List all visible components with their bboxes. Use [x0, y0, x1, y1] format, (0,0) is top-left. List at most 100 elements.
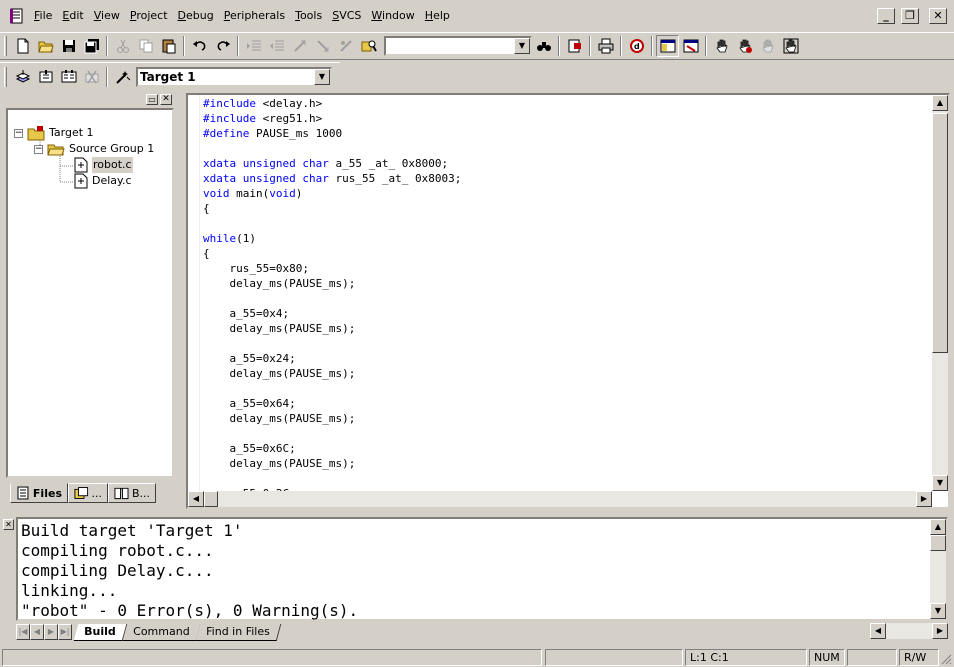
- panel-restore-button[interactable]: ▭: [146, 94, 158, 105]
- code-line[interactable]: {: [203, 201, 461, 216]
- print-button[interactable]: [594, 35, 617, 57]
- mdi-minimize-button[interactable]: _: [877, 8, 895, 24]
- scroll-down-button[interactable]: ▼: [930, 603, 946, 619]
- menu-file[interactable]: File: [29, 6, 57, 26]
- code-line[interactable]: a_55=0x64;: [203, 396, 461, 411]
- app-icon[interactable]: [9, 8, 25, 24]
- mdi-close-button[interactable]: ✕: [929, 8, 947, 24]
- editor-gutter[interactable]: [188, 95, 200, 491]
- code-line[interactable]: a_55=0x6C;: [203, 441, 461, 456]
- scroll-left-button[interactable]: ◀: [188, 491, 204, 507]
- code-line[interactable]: [203, 216, 461, 231]
- tab-find-in-files[interactable]: Find in Files: [195, 623, 282, 641]
- next-bookmark-button[interactable]: [311, 35, 334, 57]
- menu-peripherals[interactable]: Peripherals: [219, 6, 290, 26]
- save-all-button[interactable]: [80, 35, 103, 57]
- code-line[interactable]: void main(void): [203, 186, 461, 201]
- code-line[interactable]: delay_ms(PAUSE_ms);: [203, 276, 461, 291]
- code-line[interactable]: a_55=0x24;: [203, 351, 461, 366]
- prev-bookmark-button[interactable]: [334, 35, 357, 57]
- code-line[interactable]: [203, 141, 461, 156]
- tab-last-button[interactable]: ▶|: [58, 624, 72, 640]
- project-window-button[interactable]: [656, 35, 679, 57]
- stop-build-button[interactable]: [80, 66, 103, 88]
- save-button[interactable]: [57, 35, 80, 57]
- tab-command[interactable]: Command: [122, 623, 201, 641]
- tab-build[interactable]: Build: [73, 623, 127, 641]
- code-line[interactable]: while(1): [203, 231, 461, 246]
- scroll-down-button[interactable]: ▼: [932, 475, 948, 491]
- code-line[interactable]: [203, 381, 461, 396]
- debug-session-button[interactable]: d: [625, 35, 648, 57]
- unindent-button[interactable]: [265, 35, 288, 57]
- tree-file-robot[interactable]: robot.c: [74, 157, 133, 173]
- code-line[interactable]: delay_ms(PAUSE_ms);: [203, 411, 461, 426]
- toolbar-grip[interactable]: [4, 36, 7, 56]
- open-file-button[interactable]: [34, 35, 57, 57]
- target-options-button[interactable]: [111, 66, 134, 88]
- find-button[interactable]: [532, 35, 555, 57]
- copy-button[interactable]: [134, 35, 157, 57]
- toolbar-grip[interactable]: [4, 66, 7, 87]
- code-line[interactable]: rus_55=0x80;: [203, 261, 461, 276]
- toggle-bookmark-button[interactable]: [288, 35, 311, 57]
- build-target-button[interactable]: [34, 66, 57, 88]
- editor-horizontal-scrollbar[interactable]: ◀ ▶: [188, 491, 932, 507]
- collapse-icon[interactable]: −: [14, 128, 23, 138]
- tab-registers[interactable]: ...: [68, 483, 108, 503]
- menu-view[interactable]: View: [89, 6, 125, 26]
- code-line[interactable]: [203, 426, 461, 441]
- scroll-right-button[interactable]: ▶: [916, 491, 932, 507]
- hand-tool-button[interactable]: [710, 35, 733, 57]
- code-line[interactable]: delay_ms(PAUSE_ms);: [203, 321, 461, 336]
- undo-button[interactable]: [188, 35, 211, 57]
- menu-project[interactable]: Project: [125, 6, 173, 26]
- indent-button[interactable]: [242, 35, 265, 57]
- output-window[interactable]: Build target 'Target 1' compiling robot.c…: [16, 517, 948, 621]
- tree-file-delay[interactable]: Delay.c: [74, 173, 132, 189]
- scroll-thumb[interactable]: [204, 491, 218, 507]
- code-line[interactable]: #include <reg51.h>: [203, 111, 461, 126]
- target-combo[interactable]: Target 1 ▼: [136, 66, 332, 87]
- cut-button[interactable]: [111, 35, 134, 57]
- find-combo[interactable]: ▼: [384, 36, 532, 56]
- hand-stop-button[interactable]: [733, 35, 756, 57]
- scroll-thumb[interactable]: [932, 113, 948, 353]
- menu-svcs[interactable]: SVCS: [327, 6, 366, 26]
- code-line[interactable]: [203, 471, 461, 486]
- output-window-button[interactable]: [679, 35, 702, 57]
- tab-next-button[interactable]: ▶: [44, 624, 58, 640]
- code-line[interactable]: delay_ms(PAUSE_ms);: [203, 456, 461, 471]
- panel-close-button[interactable]: ✕: [160, 94, 172, 105]
- scroll-up-button[interactable]: ▲: [932, 95, 948, 111]
- code-line[interactable]: a_55=0x4;: [203, 306, 461, 321]
- menu-tools[interactable]: Tools: [290, 6, 327, 26]
- scroll-up-button[interactable]: ▲: [930, 519, 946, 535]
- editor-vertical-scrollbar[interactable]: ▲ ▼: [932, 95, 948, 491]
- rebuild-all-button[interactable]: [57, 66, 80, 88]
- code-line[interactable]: delay_ms(PAUSE_ms);: [203, 366, 461, 381]
- code-line[interactable]: #define PAUSE_ms 1000: [203, 126, 461, 141]
- tree-target-node[interactable]: − Target 1: [14, 125, 94, 141]
- tab-books[interactable]: B...: [108, 483, 156, 503]
- code-line[interactable]: [203, 336, 461, 351]
- chevron-down-icon[interactable]: ▼: [314, 68, 330, 85]
- collapse-icon[interactable]: −: [34, 144, 43, 154]
- scroll-left-button[interactable]: ◀: [870, 623, 886, 639]
- scroll-right-button[interactable]: ▶: [932, 623, 948, 639]
- find-in-files-button[interactable]: [357, 35, 380, 57]
- output-close-button[interactable]: ✕: [3, 519, 14, 530]
- menu-help[interactable]: Help: [420, 6, 455, 26]
- output-vertical-scrollbar[interactable]: ▲ ▼: [930, 519, 946, 619]
- code-text[interactable]: #include <delay.h> #include <reg51.h> #def…: [203, 96, 461, 501]
- chevron-down-icon[interactable]: ▼: [514, 38, 530, 54]
- menu-edit[interactable]: Edit: [57, 6, 88, 26]
- hand-disabled-button[interactable]: [756, 35, 779, 57]
- redo-button[interactable]: [211, 35, 234, 57]
- translate-button[interactable]: [11, 66, 34, 88]
- browse-button[interactable]: [563, 35, 586, 57]
- new-file-button[interactable]: [11, 35, 34, 57]
- tab-files[interactable]: Files: [10, 483, 68, 503]
- output-horizontal-scrollbar[interactable]: ◀ ▶: [870, 623, 948, 639]
- menu-debug[interactable]: Debug: [173, 6, 219, 26]
